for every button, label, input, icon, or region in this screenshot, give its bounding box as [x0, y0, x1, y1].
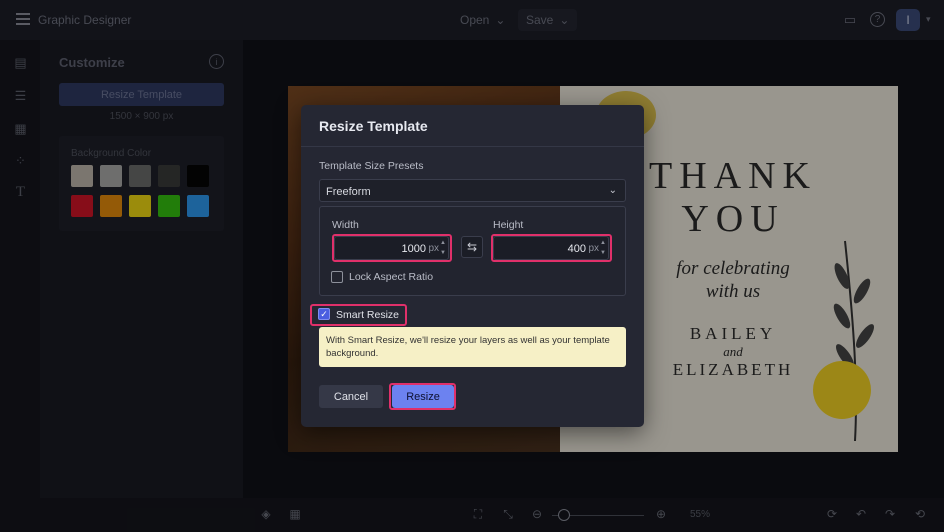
preset-value: Freeform — [326, 186, 371, 198]
chevron-down-icon: ⌄ — [608, 185, 617, 196]
width-label: Width — [332, 219, 359, 231]
presets-label: Template Size Presets — [319, 160, 424, 172]
lock-aspect-checkbox[interactable] — [331, 271, 343, 283]
smart-resize-label: Smart Resize — [336, 309, 400, 321]
swap-dimensions-icon[interactable]: ⇆ — [461, 236, 483, 258]
smart-resize-tooltip: With Smart Resize, we'll resize your lay… — [319, 327, 626, 367]
lock-aspect-label: Lock Aspect Ratio — [349, 271, 434, 283]
width-highlight — [332, 234, 452, 262]
smart-resize-checkbox[interactable]: ✓ — [318, 308, 330, 320]
preset-select[interactable]: Freeform ⌄ — [319, 179, 626, 202]
resize-button[interactable]: Resize — [392, 385, 454, 408]
cancel-button[interactable]: Cancel — [319, 385, 383, 408]
height-label: Height — [493, 219, 524, 231]
dialog-title: Resize Template — [319, 118, 428, 134]
height-highlight — [491, 234, 612, 262]
resize-template-dialog: Resize Template Template Size Presets Fr… — [301, 105, 644, 427]
dialog-header: Resize Template — [301, 105, 644, 147]
